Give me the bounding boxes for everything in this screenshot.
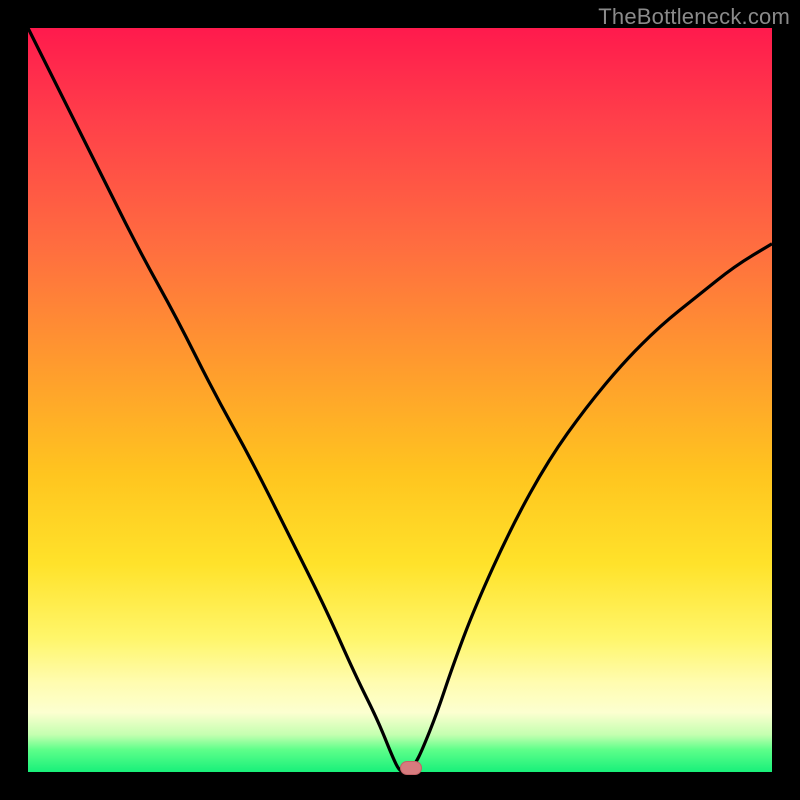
optimal-point-marker [400,761,422,775]
bottleneck-curve [28,28,772,772]
watermark-text: TheBottleneck.com [598,4,790,30]
chart-frame: TheBottleneck.com [0,0,800,800]
plot-area [28,28,772,772]
